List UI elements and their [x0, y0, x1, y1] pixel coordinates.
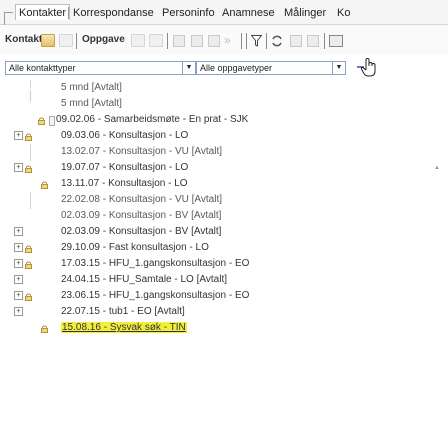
tree-row-label: 09.03.06 - Konsultasjon - LO: [61, 130, 189, 141]
tree-row-label: 13.11.07 - Konsultasjon - LO: [61, 178, 188, 189]
tab-anamnese[interactable]: Anamnese: [222, 6, 275, 20]
tree-row-label: 5 mnd [Avtalt]: [61, 82, 122, 93]
expand-icon[interactable]: +: [14, 227, 23, 236]
lock-icon: [25, 132, 32, 141]
tree-row[interactable]: 02.03.09 - Konsultasjon - BV [Avtalt]: [0, 208, 448, 225]
tree-row[interactable]: + 02.03.09 - Konsultasjon - BV [Avtalt]: [0, 224, 448, 241]
chevron-down-icon[interactable]: ▼: [332, 62, 345, 74]
tree-guide-line: [30, 144, 31, 161]
tree-row[interactable]: 22.02.08 - Konsultasjon - VU [Avtalt]: [0, 192, 448, 209]
tree-row[interactable]: + 19.07.07 - Konsultasjon - LO: [0, 160, 448, 177]
expand-icon[interactable]: +: [14, 243, 23, 252]
tree-row-label: 02.03.09 - Konsultasjon - BV [Avtalt]: [61, 210, 222, 221]
tab-personinfo[interactable]: Personinfo: [162, 6, 215, 20]
lock-icon: [25, 164, 32, 173]
tab-korrespondanse[interactable]: Korrespondanse: [73, 6, 154, 20]
expand-icon[interactable]: +: [14, 163, 23, 172]
contact-tree: ▲ 5 mnd [Avtalt] 5 mnd [Avtalt] 09.02.06…: [0, 80, 448, 443]
lock-icon: [38, 116, 45, 125]
tab-malinger[interactable]: Målinger: [284, 6, 326, 20]
toolbar-separator: [246, 33, 247, 49]
lock-icon: [41, 324, 48, 333]
filter-icon[interactable]: [250, 35, 263, 47]
tree-row-label: 24.04.15 - HFU_Samtale - LO [Avtalt]: [61, 274, 228, 285]
tab-bar-edge: [4, 12, 13, 25]
list-icon[interactable]: [208, 35, 220, 47]
kontakt-label: Kontakt: [5, 34, 43, 45]
tree-row-label: 13.02.07 - Konsultasjon - VU [Avtalt]: [61, 146, 223, 157]
tree-row[interactable]: + 22.07.15 - tub1 - EO [Avtalt]: [0, 304, 448, 321]
print-icon[interactable]: [290, 35, 302, 47]
tree-row[interactable]: 5 mnd [Avtalt]: [0, 80, 448, 97]
expand-icon[interactable]: +: [14, 259, 23, 268]
tab-bar: Kontakter Korrespondanse Personinfo Anam…: [0, 0, 448, 25]
tree-row[interactable]: 15.08.16 - Sysvak søk - TIN: [0, 320, 448, 337]
contact-type-value: Alle kontakttyper: [9, 63, 76, 73]
tree-row-label: 22.02.08 - Konsultasjon - VU [Avtalt]: [61, 194, 223, 205]
task-type-value: Alle oppgavetyper: [200, 63, 273, 73]
edit-task-icon[interactable]: [149, 34, 163, 47]
tree-row-label: 29.10.09 - Fast konsultasjon - LO: [61, 242, 209, 253]
tree-row[interactable]: 09.02.06 - Samarbeidsmøte - En prat - SJ…: [0, 112, 448, 129]
expand-icon[interactable]: +: [14, 275, 23, 284]
tab-kontakter[interactable]: Kontakter: [15, 4, 71, 20]
hand-cursor-icon: [357, 56, 379, 78]
tree-row[interactable]: + 09.03.06 - Konsultasjon - LO: [0, 128, 448, 145]
new-task-icon[interactable]: [131, 34, 145, 47]
tree-row-label: 5 mnd [Avtalt]: [61, 98, 122, 109]
tree-row-label: 17.03.15 - HFU_1.gangskonsultasjon - EO: [61, 258, 250, 269]
tree-row[interactable]: + 23.06.15 - HFU_1.gangskonsultasjon - E…: [0, 288, 448, 305]
settings-icon[interactable]: [329, 35, 343, 47]
contact-type-select[interactable]: Alle kontakttyper ▼: [5, 61, 196, 75]
list-icon[interactable]: [173, 35, 185, 47]
tree-row[interactable]: + 17.03.15 - HFU_1.gangskonsultasjon - E…: [0, 256, 448, 273]
edit-contact-icon[interactable]: [59, 34, 73, 47]
refresh-icon[interactable]: [271, 35, 283, 47]
tree-row-label: 23.06.15 - HFU_1.gangskonsultasjon - EO: [61, 290, 250, 301]
toolbar-separator: [76, 33, 77, 49]
tree-row[interactable]: + 24.04.15 - HFU_Samtale - LO [Avtalt]: [0, 272, 448, 289]
lock-icon: [25, 260, 32, 269]
tree-row-label: 22.07.15 - tub1 - EO [Avtalt]: [61, 306, 185, 317]
oppgave-label: Oppgave: [82, 34, 125, 45]
expand-icon[interactable]: +: [14, 131, 23, 140]
tree-row[interactable]: + 29.10.09 - Fast konsultasjon - LO: [0, 240, 448, 257]
expand-chevron-icon[interactable]: »: [224, 33, 231, 47]
tree-row[interactable]: 13.11.07 - Konsultasjon - LO: [0, 176, 448, 193]
new-contact-icon[interactable]: [41, 34, 55, 47]
list-icon[interactable]: [191, 35, 203, 47]
document-icon: [49, 116, 55, 126]
lock-icon: [25, 244, 32, 253]
tree-row[interactable]: 5 mnd [Avtalt]: [0, 96, 448, 113]
tab-separator: [68, 7, 69, 19]
lock-icon: [41, 180, 48, 189]
export-icon[interactable]: [307, 35, 319, 47]
tree-row-label: 02.03.09 - Konsultasjon - BV [Avtalt]: [61, 226, 222, 237]
expand-icon[interactable]: +: [14, 291, 23, 300]
toolbar: Kontakt Oppgave »: [0, 25, 448, 55]
expand-icon[interactable]: +: [14, 307, 23, 316]
chevron-down-icon[interactable]: ▼: [182, 62, 195, 74]
toolbar-separator: [266, 33, 267, 49]
toolbar-separator: [324, 33, 325, 49]
lock-icon: [25, 292, 32, 301]
toolbar-separator: [167, 33, 168, 49]
tab-ko[interactable]: Ko: [337, 6, 350, 20]
tree-row-label: 09.02.06 - Samarbeidsmøte - En prat - SJ…: [56, 114, 249, 125]
tree-guide-line: [30, 192, 31, 209]
tree-row[interactable]: 13.02.07 - Konsultasjon - VU [Avtalt]: [0, 144, 448, 161]
tree-row-label: 19.07.07 - Konsultasjon - LO: [61, 162, 189, 173]
task-type-select[interactable]: Alle oppgavetyper ▼: [196, 61, 346, 75]
tree-row-label-selected[interactable]: 15.08.16 - Sysvak søk - TIN: [61, 322, 187, 333]
toolbar-separator: [241, 33, 242, 49]
